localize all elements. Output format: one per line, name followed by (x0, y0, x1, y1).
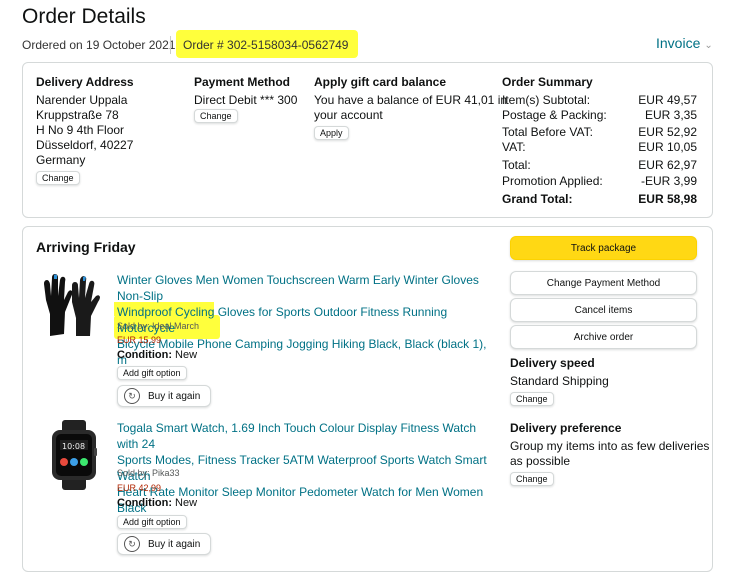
order-number: Order # 302-5158034-0562749 (183, 38, 349, 52)
change-payment-button[interactable]: Change (194, 109, 238, 123)
gloves-add-gift-option-button[interactable]: Add gift option (117, 366, 187, 380)
summary-value: EUR 52,92 (638, 125, 697, 139)
gloves-sold-by: Sold by: Ideal March (117, 321, 200, 331)
summary-row: VAT: EUR 10,05 (502, 140, 697, 154)
change-address-button[interactable]: Change (36, 171, 80, 185)
address-line: Germany (36, 153, 86, 167)
address-line: H No 9 4th Floor (36, 123, 125, 137)
gift-card-balance-line2: your account (314, 108, 383, 122)
title-line: Winter Gloves Men Women Touchscreen Warm… (117, 273, 479, 303)
summary-value: EUR 62,97 (638, 158, 697, 172)
delivery-address: Narender Uppala Kruppstraße 78 H No 9 4t… (36, 93, 133, 168)
title-line: Windproof Cycling Gloves for Sports Outd… (117, 305, 448, 335)
delivery-speed-heading: Delivery speed (510, 356, 595, 370)
summary-value: EUR 49,57 (638, 93, 697, 107)
change-delivery-speed-button[interactable]: Change (510, 392, 554, 406)
ordered-date: Ordered on 19 October 2021 (22, 38, 176, 52)
summary-value: EUR 58,98 (638, 192, 697, 206)
address-line: Narender Uppala (36, 93, 128, 107)
condition-value: New (175, 497, 198, 509)
summary-label: Grand Total: (502, 192, 573, 206)
smartwatch-product-image[interactable]: 10:08 (48, 420, 100, 490)
grand-total-row: Grand Total: EUR 58,98 (502, 192, 697, 206)
gift-card-balance-line1: You have a balance of EUR 41,01 in (314, 93, 508, 107)
summary-row: Postage & Packing: EUR 3,35 (502, 108, 697, 122)
delivery-preference-line1: Group my items into as few deliveries (510, 439, 710, 453)
delivery-preference-heading: Delivery preference (510, 421, 622, 435)
chevron-down-icon: ⌄ (704, 40, 713, 51)
order-summary-heading: Order Summary (502, 75, 593, 89)
summary-label: Postage & Packing: (502, 108, 607, 122)
change-delivery-preference-button[interactable]: Change (510, 472, 554, 486)
smartwatch-add-gift-option-button[interactable]: Add gift option (117, 515, 187, 529)
delivery-address-heading: Delivery Address (36, 75, 134, 89)
buy-again-label: Buy it again (148, 390, 201, 402)
address-line: Kruppstraße 78 (36, 108, 119, 122)
refresh-icon: ↻ (124, 536, 140, 552)
smartwatch-buy-again-button[interactable]: ↻ Buy it again (117, 533, 212, 555)
condition-label: Condition: (117, 349, 172, 361)
archive-order-button[interactable]: Archive order (510, 325, 697, 349)
summary-label: Promotion Applied: (502, 174, 603, 188)
gloves-condition: Condition: New (117, 348, 197, 363)
apply-gift-card-button[interactable]: Apply (314, 126, 349, 140)
payment-method-heading: Payment Method (194, 75, 291, 89)
invoice-label: Invoice (656, 35, 701, 51)
shipment-heading: Arriving Friday (36, 239, 136, 255)
address-line: Düsseldorf, 40227 (36, 138, 134, 152)
refresh-icon: ↻ (124, 388, 140, 404)
summary-label: Item(s) Subtotal: (502, 93, 591, 107)
buy-again-label: Buy it again (148, 538, 201, 550)
svg-text:10:08: 10:08 (62, 442, 85, 451)
gloves-price: EUR 15,99 (117, 335, 162, 345)
summary-row: Total Before VAT: EUR 52,92 (502, 125, 697, 139)
gloves-product-image[interactable] (38, 270, 104, 340)
gift-card-heading: Apply gift card balance (314, 75, 447, 89)
summary-row: Total: EUR 62,97 (502, 158, 697, 172)
payment-method-value: Direct Debit *** 300 (194, 93, 298, 107)
invoice-link[interactable]: Invoice ⌄ (656, 35, 713, 51)
cancel-items-button[interactable]: Cancel items (510, 298, 697, 322)
smartwatch-price: EUR 42,99 (117, 483, 162, 493)
summary-row: Item(s) Subtotal: EUR 49,57 (502, 93, 697, 107)
summary-value: EUR 3,35 (644, 108, 697, 122)
condition-value: New (175, 349, 198, 361)
gloves-buy-again-button[interactable]: ↻ Buy it again (117, 385, 212, 407)
delivery-speed-value: Standard Shipping (510, 374, 609, 388)
summary-label: Total: (502, 158, 531, 172)
smartwatch-condition: Condition: New (117, 496, 197, 511)
title-line: Togala Smart Watch, 1.69 Inch Touch Colo… (117, 421, 477, 451)
summary-label: VAT: (502, 140, 526, 154)
change-payment-method-button[interactable]: Change Payment Method (510, 271, 697, 295)
summary-label: Total Before VAT: (502, 125, 593, 139)
header-divider (170, 36, 171, 54)
summary-value: EUR 10,05 (638, 140, 697, 154)
condition-label: Condition: (117, 497, 172, 509)
summary-value: -EUR 3,99 (640, 174, 697, 188)
summary-row: Promotion Applied: -EUR 3,99 (502, 174, 697, 188)
track-package-button[interactable]: Track package (510, 236, 697, 260)
smartwatch-sold-by: Sold by: Pika33 (117, 468, 180, 478)
page-title: Order Details (22, 5, 146, 28)
delivery-preference-line2: as possible (510, 454, 571, 468)
